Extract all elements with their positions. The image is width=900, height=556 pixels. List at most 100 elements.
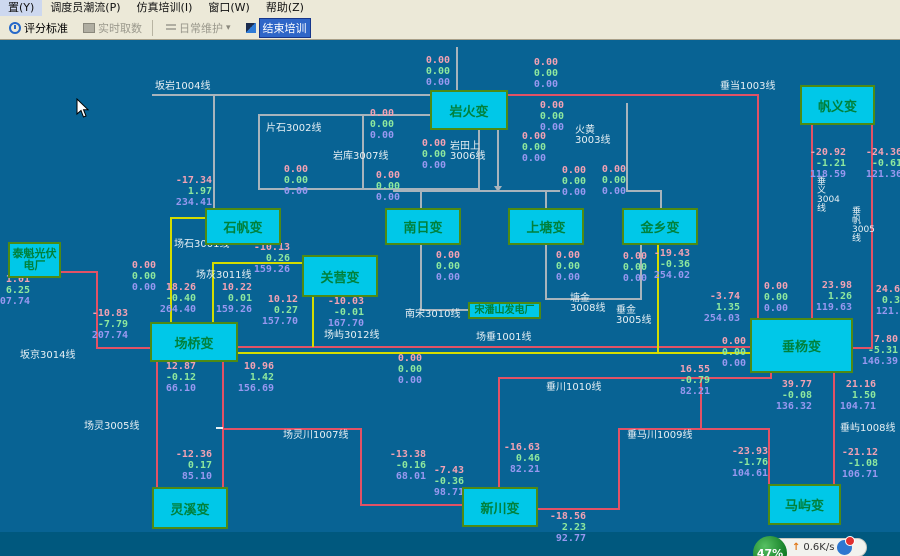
line-label: 场灵川1007线 — [283, 431, 348, 441]
substation-mayu[interactable]: 马屿变 — [768, 484, 841, 525]
measurement: 0.000.000.00 — [348, 108, 394, 141]
measurement: -3.741.35254.03 — [694, 291, 740, 324]
menu-item-dispatcher-powerflow[interactable]: 调度员潮流(P) — [42, 0, 128, 16]
line-label: 南宋3010线 — [405, 310, 460, 320]
line-label: 垂当1003线 — [720, 82, 775, 92]
line-nanri-tap — [420, 190, 422, 210]
end-training-icon — [246, 23, 256, 33]
measurement: 0.000.000.00 — [601, 251, 647, 284]
substation-changqiao[interactable]: 场桥变 — [150, 322, 238, 362]
substation-name: 关营变 — [320, 267, 359, 286]
end-training-button[interactable]: 结束培训 — [240, 15, 317, 41]
measurement: -10.130.26159.26 — [244, 242, 290, 275]
measurement: 12.87-0.1266.10 — [150, 361, 196, 394]
line-changchui-red-bus — [238, 346, 750, 348]
line-label: 垂马川1009线 — [627, 431, 692, 441]
line-chuimachuan1009-h1 — [537, 508, 620, 510]
measurement: -16.630.4682.21 — [494, 442, 540, 475]
line-changlingchuan1007-h2 — [360, 504, 462, 506]
substation-shifan[interactable]: 石帆变 — [205, 208, 281, 245]
line-changlingchuan1007-v — [222, 361, 224, 487]
line-label: 塘金 3008线 — [570, 294, 605, 314]
measurement: -24.36-0.61121.36 — [856, 147, 900, 180]
chevron-down-icon[interactable]: ▾ — [226, 23, 231, 33]
measurement: 10.120.27157.70 — [252, 294, 298, 327]
substation-name: 灵溪变 — [170, 499, 209, 518]
maintenance-icon — [166, 24, 176, 32]
line-label: 场垂1001线 — [476, 333, 531, 343]
plant-songpanshan[interactable]: 宋潘山发电厂 — [468, 302, 541, 319]
line-banjing3014-h1 — [60, 271, 98, 273]
menu-item-settings[interactable]: 置(Y) — [0, 0, 42, 16]
substation-name: 南日变 — [403, 217, 442, 236]
line-changyu3012-v — [312, 297, 314, 347]
daily-maintenance-button[interactable]: 日常维护 ▾ — [160, 17, 237, 39]
measurement: -23.93-1.76104.61 — [722, 446, 768, 479]
substation-name: 金乡变 — [640, 217, 679, 236]
measurement: -21.12-1.08106.71 — [832, 447, 878, 480]
line-label: 岩库3007线 — [333, 152, 388, 162]
measurement: 0.000.000.00 — [742, 281, 788, 314]
line-huohuang3003 — [626, 103, 628, 190]
measurement: 0.000.000.00 — [500, 131, 546, 164]
toolbar: 评分标准 实时取数 日常维护 ▾ 结束培训 — [0, 16, 900, 40]
substation-chuiyang[interactable]: 垂杨变 — [750, 318, 853, 373]
substation-name: 石帆变 — [223, 217, 262, 236]
line-label: 垂屿1008线 — [840, 424, 895, 434]
tray-widget[interactable]: ↑ 0.6K/s 47% — [753, 536, 787, 556]
substation-fanyi[interactable]: 帆义变 — [800, 85, 875, 125]
substation-yanhuo[interactable]: 岩火变 — [430, 90, 508, 130]
measurement: 10.220.01159.26 — [206, 282, 252, 315]
junction-tick — [216, 427, 223, 429]
line-changchui1001 — [238, 352, 750, 354]
line-label: 片石3002线 — [266, 124, 321, 134]
measurement: -18.562.2392.77 — [540, 511, 586, 544]
substation-guanying[interactable]: 关营变 — [302, 255, 378, 297]
substation-name: 岩火变 — [449, 101, 488, 120]
measurement: 18.26-0.40264.40 — [150, 282, 196, 315]
clock-icon — [9, 22, 21, 34]
measurement: -20.92-1.21118.59 — [800, 147, 846, 180]
substation-lingxi[interactable]: 灵溪变 — [152, 487, 228, 529]
substation-jinxiang[interactable]: 金乡变 — [622, 208, 698, 245]
line-label: 垂 义 3004 线 — [817, 178, 840, 214]
substation-name: 马屿变 — [785, 495, 824, 514]
line-banyan1004 — [152, 94, 430, 96]
measurement: 0.000.000.00 — [376, 353, 422, 386]
line-changshi3001-h — [170, 217, 208, 219]
line-label: 场屿3012线 — [324, 331, 379, 341]
realtime-data-button[interactable]: 实时取数 — [77, 17, 148, 39]
measurement: 0.000.000.00 — [512, 57, 558, 90]
substation-nanri[interactable]: 南日变 — [385, 208, 461, 245]
menu-item-simulation-training[interactable]: 仿真培训(I) — [129, 0, 201, 16]
substation-shangtang[interactable]: 上塘变 — [508, 208, 584, 245]
line-chuichuan1010-h — [498, 377, 770, 379]
measurement: 0.000.000.00 — [700, 336, 746, 369]
measurement: 0.000.000.00 — [580, 164, 626, 197]
capture-icon — [83, 23, 95, 33]
measurement: 0.000.000.00 — [414, 250, 460, 283]
plant-name: 宋潘山发电厂 — [475, 306, 535, 316]
memory-percent: 47% — [757, 547, 783, 556]
substation-name: 垂杨变 — [782, 336, 821, 355]
plant-taikui-pv[interactable]: 泰魁光伏 电厂 — [8, 242, 61, 278]
substation-name: 新川变 — [480, 498, 519, 517]
menu-bar: 置(Y) 调度员潮流(P) 仿真培训(I) 窗口(W) 帮助(Z) — [0, 0, 900, 16]
measurement: -19.43-0.36254.02 — [644, 248, 690, 281]
line-chuimachuan1009-v1 — [618, 428, 620, 510]
net-speed-text: 0.6K/s — [803, 542, 834, 553]
measurement: -7.43-0.3698.71 — [418, 465, 464, 498]
notification-dot — [845, 536, 855, 546]
line-huohuang3003-h — [626, 190, 662, 192]
browser-tray-icon[interactable] — [837, 540, 852, 555]
measurement: 24.680.36121.8 — [860, 284, 900, 317]
scoring-standard-button[interactable]: 评分标准 — [3, 17, 74, 39]
line-label: 垂金 3005线 — [616, 306, 651, 326]
line-banjing3014-h2 — [96, 347, 152, 349]
app-window: 置(Y) 调度员潮流(P) 仿真培训(I) 窗口(W) 帮助(Z) 评分标准 实… — [0, 0, 900, 556]
line-jinxiang-tap — [660, 190, 662, 210]
line-chuimachuan1009-v2 — [768, 428, 770, 485]
line-bus-gray — [393, 190, 560, 192]
measurement: 39.77-0.08136.32 — [766, 379, 812, 412]
substation-xinchuan[interactable]: 新川变 — [462, 487, 538, 527]
